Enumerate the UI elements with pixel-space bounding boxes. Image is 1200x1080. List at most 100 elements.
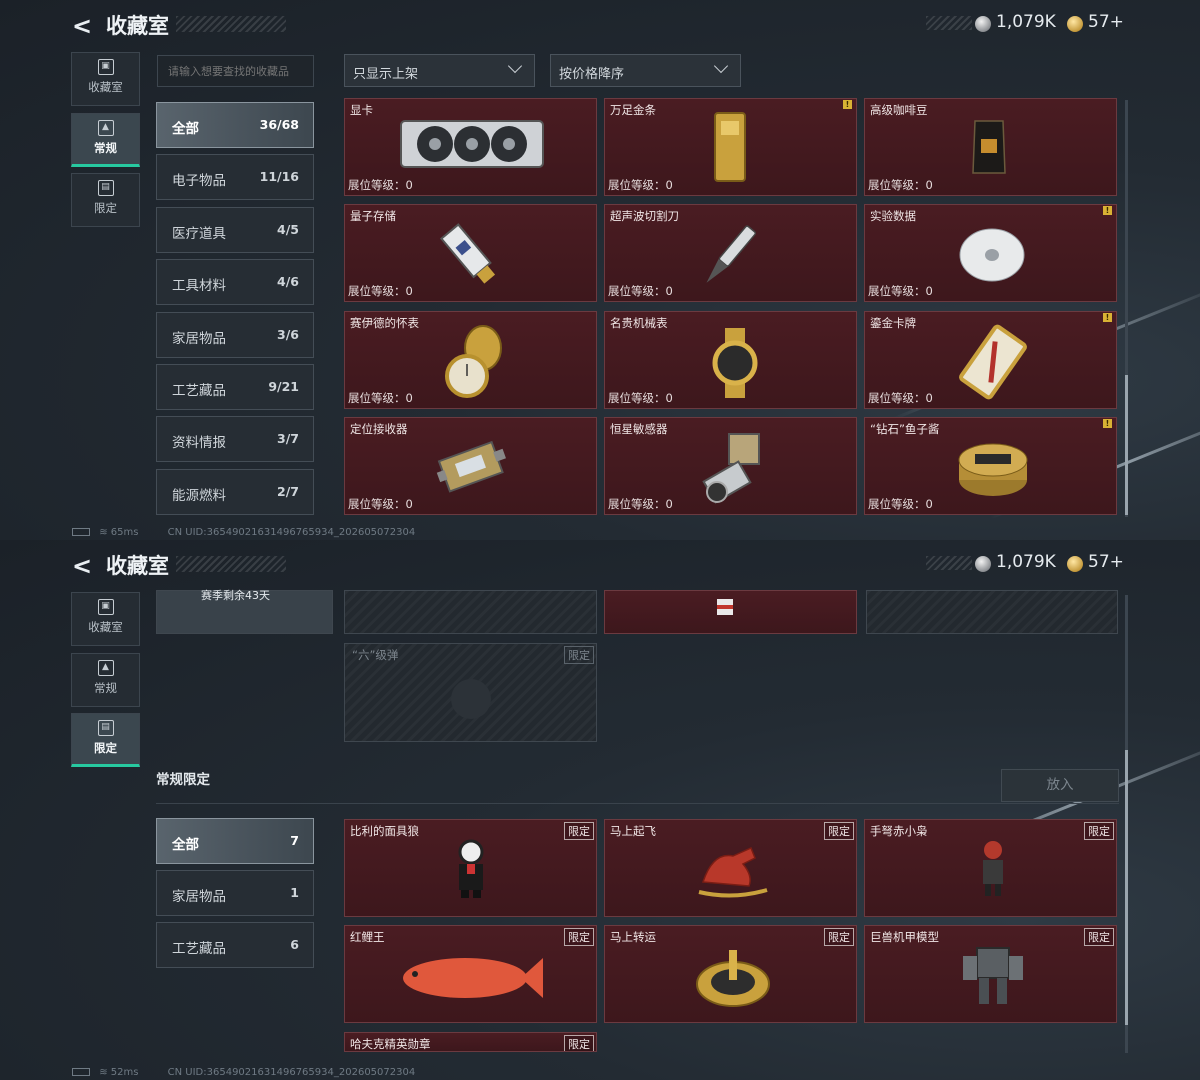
- item-card-partial[interactable]: [604, 590, 857, 634]
- mecha-robot-icon: [963, 947, 1023, 1004]
- category-count: 3/7: [277, 431, 299, 446]
- item-card-quantum-storage[interactable]: 量子存储 展位等级：0: [344, 204, 597, 302]
- item-card-locked[interactable]: [344, 590, 597, 634]
- category-all[interactable]: 全部 7: [156, 818, 314, 864]
- back-arrow-icon[interactable]: <: [72, 12, 92, 40]
- booth-level: 展位等级：0: [348, 178, 413, 192]
- gold-amount: 57+: [1088, 12, 1124, 32]
- search-input[interactable]: [157, 55, 314, 87]
- regular-icon: ▲: [97, 120, 114, 136]
- limited-tag: 限定: [824, 822, 854, 840]
- category-medical[interactable]: 医疗道具 4/5: [156, 207, 314, 253]
- category-electronics[interactable]: 电子物品 11/16: [156, 154, 314, 200]
- page-title: 收藏室: [106, 14, 169, 38]
- item-name: 红鲤王: [350, 930, 385, 944]
- booth-level: 展位等级：0: [348, 391, 413, 405]
- limited-tag: 限定: [564, 822, 594, 840]
- booth-level: 展位等级：0: [348, 284, 413, 298]
- nav-limited[interactable]: ▤ 限定: [71, 713, 140, 767]
- category-household[interactable]: 家居物品 1: [156, 870, 314, 916]
- item-card-caviar[interactable]: “钻石”鱼子酱 ! 展位等级：0: [864, 417, 1117, 515]
- category-count: 1: [290, 885, 299, 900]
- limited-icon: ▤: [97, 180, 114, 196]
- category-count: 4/5: [277, 222, 299, 237]
- item-card-red-koi-king[interactable]: 红鲤王 限定: [344, 925, 597, 1023]
- category-tools[interactable]: 工具材料 4/6: [156, 259, 314, 305]
- gold-amount: 57+: [1088, 552, 1124, 572]
- category-count: 2/7: [277, 484, 299, 499]
- booth-level: 展位等级：0: [868, 391, 933, 405]
- item-card-star-sensor[interactable]: 恒星敏感器 展位等级：0: [604, 417, 857, 515]
- item-name: 手弩赤小枭: [870, 824, 928, 838]
- sort-dropdown[interactable]: 按价格降序: [550, 54, 741, 87]
- category-name: 工具材料: [172, 278, 226, 294]
- item-card-lucky-compass[interactable]: 马上转运 限定: [604, 925, 857, 1023]
- status-bar: ≋ 65ms CN UID:3654902163149676593​4_2026…: [72, 527, 772, 538]
- silver-amount: 1,079K: [996, 552, 1056, 572]
- scrollbar-thumb[interactable]: [1125, 375, 1128, 515]
- item-card-locator-receiver[interactable]: 定位接收器 展位等级：0: [344, 417, 597, 515]
- warning-icon: !: [1103, 419, 1112, 428]
- category-energy[interactable]: 能源燃料 2/7: [156, 469, 314, 515]
- warning-icon: !: [1103, 313, 1112, 322]
- nav-regular[interactable]: ▲ 常规: [71, 653, 140, 707]
- item-card-luxury-watch[interactable]: 名贵机械表 展位等级：0: [604, 311, 857, 409]
- category-count: 9/21: [268, 379, 299, 394]
- nav-limited[interactable]: ▤ 限定: [71, 173, 140, 227]
- item-card-gold-bar[interactable]: 万足金条 ! 展位等级：0: [604, 98, 857, 196]
- item-card-gpu[interactable]: 显卡 展位等级：0: [344, 98, 597, 196]
- item-card-crossbow-owl[interactable]: 手弩赤小枭 限定: [864, 819, 1117, 917]
- item-name: 显卡: [350, 103, 373, 117]
- item-card-coffee[interactable]: 高级咖啡豆 展位等级：0: [864, 98, 1117, 196]
- nav-collection-room[interactable]: ▣ 收藏室: [71, 52, 140, 106]
- item-card-take-off-horse[interactable]: 马上起飞 限定: [604, 819, 857, 917]
- category-crafts[interactable]: 工艺藏品 9/21: [156, 364, 314, 410]
- ping-value: 65ms: [110, 527, 139, 538]
- category-count: 36/68: [259, 117, 299, 132]
- item-name: 马上转运: [610, 930, 656, 944]
- category-intel[interactable]: 资料情报 3/7: [156, 416, 314, 462]
- category-household[interactable]: 家居物品 3/6: [156, 312, 314, 358]
- sort-value: 按价格降序: [559, 67, 625, 82]
- nav-label: 常规: [94, 681, 117, 695]
- item-name: 哈夫克精英勋章: [350, 1037, 431, 1051]
- nav-regular[interactable]: ▲ 常规: [71, 113, 140, 167]
- put-in-button[interactable]: 放入: [1001, 769, 1119, 802]
- gold-coin-icon: [1067, 16, 1083, 32]
- item-card-pocket-watch[interactable]: 赛伊德的怀表 展位等级：0: [344, 311, 597, 409]
- item-name: “六”级弹: [352, 648, 399, 662]
- booth-level: 展位等级：0: [348, 497, 413, 511]
- category-all[interactable]: 全部 36/68: [156, 102, 314, 148]
- item-card-mecha-model[interactable]: 巨兽机甲模型 限定: [864, 925, 1117, 1023]
- scrollbar-thumb[interactable]: [1125, 750, 1128, 1025]
- nav-label: 收藏室: [88, 620, 123, 634]
- booth-level: 展位等级：0: [608, 284, 673, 298]
- nav-collection-room[interactable]: ▣ 收藏室: [71, 592, 140, 646]
- back-arrow-icon[interactable]: <: [72, 552, 92, 580]
- warning-icon: !: [843, 100, 852, 109]
- category-crafts[interactable]: 工艺藏品 6: [156, 922, 314, 968]
- scrollbar[interactable]: [1125, 100, 1128, 517]
- item-name: 马上起飞: [610, 824, 656, 838]
- receiver-icon: [436, 440, 506, 493]
- item-card-ultrasonic-knife[interactable]: 超声波切割刀 展位等级：0: [604, 204, 857, 302]
- item-card-experiment-data[interactable]: 实验数据 ! 展位等级：0: [864, 204, 1117, 302]
- item-name: 比利的面具狼: [350, 824, 419, 838]
- wifi-icon: ≋: [99, 527, 108, 538]
- scrollbar[interactable]: [1125, 595, 1128, 1053]
- uid-text: CN UID:36549021631496765934_202605072304: [167, 1067, 416, 1078]
- currency-decoration: [926, 556, 972, 570]
- star-sensor-icon: [702, 433, 760, 504]
- item-card-locked[interactable]: [866, 590, 1118, 634]
- item-name: 实验数据: [870, 209, 916, 223]
- category-name: 全部: [172, 837, 199, 853]
- silver-coin-icon: [975, 16, 991, 32]
- item-card-grade-six-ammo[interactable]: “六”级弹 限定: [344, 643, 597, 742]
- nav-label: 限定: [94, 741, 117, 755]
- knife-icon: [706, 225, 757, 283]
- filter-dropdown[interactable]: 只显示上架: [344, 54, 535, 87]
- item-card-gilded-card[interactable]: 鎏金卡牌 ! 展位等级：0: [864, 311, 1117, 409]
- collection-room-icon: ▣: [97, 59, 114, 75]
- item-card-haavk-medal[interactable]: 哈夫克精英勋章 限定: [344, 1032, 597, 1052]
- item-card-billy-mask-wolf[interactable]: 比利的面具狼 限定: [344, 819, 597, 917]
